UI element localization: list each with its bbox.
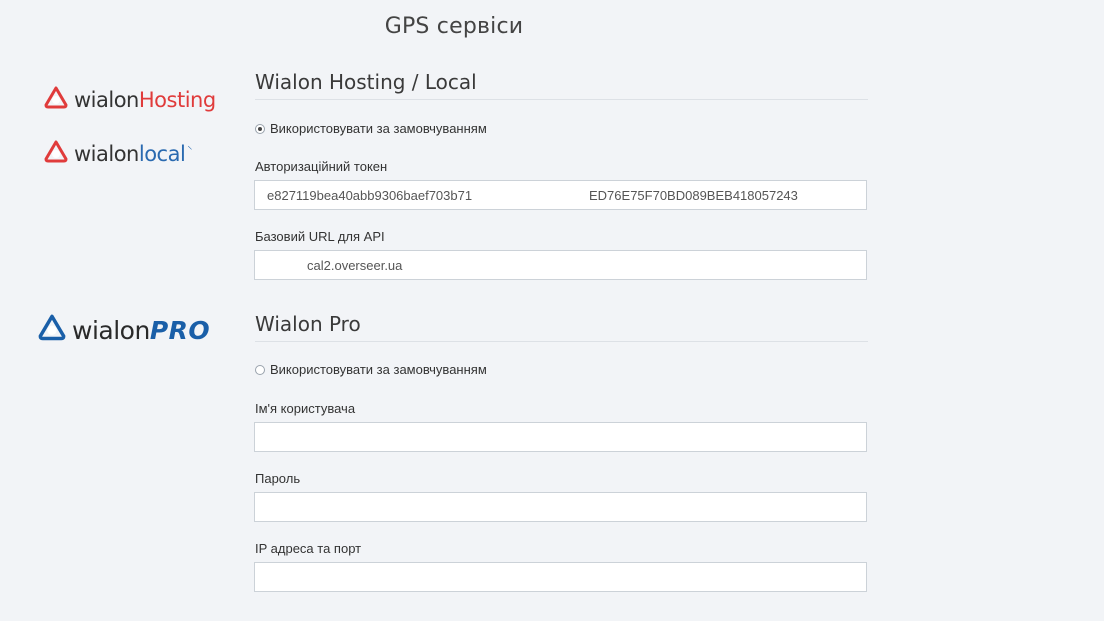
username-input[interactable] <box>254 422 867 452</box>
token-label: Авторизаційний токен <box>255 159 388 174</box>
hosting-default-radio-label: Використовувати за замовчуванням <box>270 121 487 136</box>
logo-brand-text: wialon <box>72 316 150 345</box>
wialon-hosting-logo: wialonHosting <box>44 86 216 115</box>
hosting-default-radio-row[interactable]: Використовувати за замовчуванням <box>255 121 487 136</box>
username-label: Ім'я користувача <box>255 401 356 416</box>
pro-default-radio[interactable] <box>255 364 265 375</box>
pro-default-radio-row[interactable]: Використовувати за замовчуванням <box>255 362 487 377</box>
page-title: GPS сервіси <box>384 14 524 39</box>
wialon-logo-icon <box>38 314 66 347</box>
wialon-pro-logo: wialonPRO <box>38 314 210 347</box>
logo-brand-text: wialon <box>74 88 139 112</box>
pro-section-title: Wialon Pro <box>255 312 868 342</box>
logo-suffix-text: local <box>138 142 186 166</box>
wialon-local-logo: wialonlocal ⸌ <box>44 140 192 169</box>
pro-default-radio-label: Використовувати за замовчуванням <box>270 362 487 377</box>
hosting-default-radio[interactable] <box>255 123 265 134</box>
password-label: Пароль <box>255 471 301 486</box>
logo-brand-text: wialon <box>74 142 139 166</box>
wialon-logo-icon <box>44 140 68 169</box>
logo-suffix-text: Hosting <box>138 88 216 112</box>
token-value-start: e827119bea40abb9306baef703b71 <box>267 187 473 203</box>
ip-input[interactable] <box>254 562 867 592</box>
url-input[interactable]: cal2.overseer.ua <box>254 250 867 280</box>
ip-label: IP адреса та порт <box>255 541 362 556</box>
token-value-end: ED76E75F70BD089BEB418057243 <box>589 187 798 203</box>
hosting-section-title: Wialon Hosting / Local <box>255 70 868 100</box>
url-value: cal2.overseer.ua <box>307 257 403 273</box>
token-input[interactable]: e827119bea40abb9306baef703b71 ED76E75F70… <box>254 180 867 210</box>
password-input[interactable] <box>254 492 867 522</box>
wialon-logo-icon <box>44 86 68 115</box>
url-label: Базовий URL для API <box>255 229 385 244</box>
signal-icon: ⸌ <box>187 145 192 156</box>
logo-suffix-text: PRO <box>149 316 211 345</box>
